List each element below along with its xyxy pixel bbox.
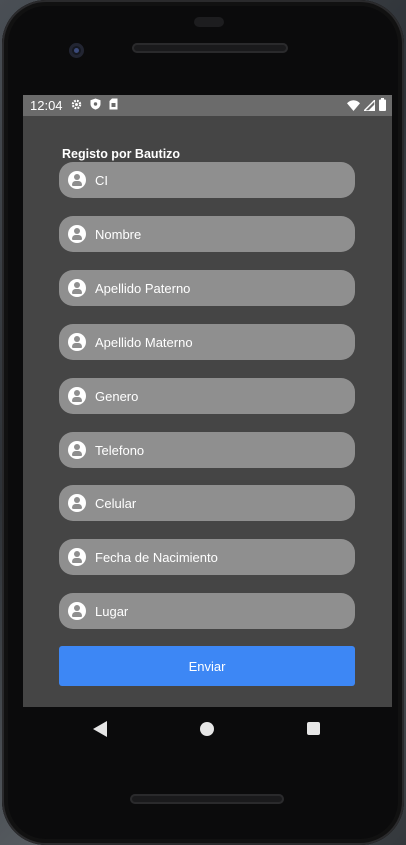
bottom-speaker-grille (130, 794, 284, 804)
status-time: 12:04 (30, 98, 63, 113)
celular-field[interactable]: Celular (59, 485, 355, 521)
front-camera (69, 43, 84, 58)
sim-card-icon (109, 98, 118, 113)
user-circle-icon (68, 225, 86, 243)
enviar-button[interactable]: Enviar (59, 646, 355, 686)
fecha-nacimiento-field[interactable]: Fecha de Nacimiento (59, 539, 355, 575)
recents-icon[interactable] (307, 722, 320, 735)
app-screen: 12:04 Registo por Bautizo CI Nombre Apel… (23, 95, 392, 707)
user-circle-icon (68, 602, 86, 620)
status-right-icons (347, 97, 386, 114)
gear-icon (71, 98, 82, 113)
ci-placeholder: CI (95, 172, 108, 188)
apellido-paterno-placeholder: Apellido Paterno (95, 280, 191, 296)
user-circle-icon (68, 171, 86, 189)
genero-field[interactable]: Genero (59, 378, 355, 414)
earpiece (194, 17, 224, 27)
fecha-nacimiento-placeholder: Fecha de Nacimiento (95, 549, 218, 565)
signal-icon (362, 97, 376, 114)
status-bar: 12:04 (23, 95, 392, 116)
lugar-field[interactable]: Lugar (59, 593, 355, 629)
ci-field[interactable]: CI (59, 162, 355, 198)
apellido-materno-field[interactable]: Apellido Materno (59, 324, 355, 360)
back-icon[interactable] (93, 721, 107, 742)
form-title: Registo por Bautizo (62, 147, 181, 161)
wifi-icon (347, 99, 360, 114)
battery-icon (379, 98, 386, 114)
genero-placeholder: Genero (95, 388, 139, 404)
telefono-placeholder: Telefono (95, 442, 145, 458)
navigation-bar (23, 707, 392, 752)
user-circle-icon (68, 548, 86, 566)
user-circle-icon (68, 279, 86, 297)
user-circle-icon (68, 441, 86, 459)
user-circle-icon (68, 333, 86, 351)
nombre-placeholder: Nombre (95, 226, 142, 242)
user-circle-icon (68, 387, 86, 405)
top-speaker-grille (132, 43, 288, 53)
nombre-field[interactable]: Nombre (59, 216, 355, 252)
lugar-placeholder: Lugar (95, 603, 129, 619)
shield-icon (90, 98, 101, 113)
user-circle-icon (68, 494, 86, 512)
apellido-paterno-field[interactable]: Apellido Paterno (59, 270, 355, 306)
apellido-materno-placeholder: Apellido Materno (95, 334, 193, 350)
home-icon[interactable] (200, 722, 214, 736)
celular-placeholder: Celular (95, 495, 137, 511)
telefono-field[interactable]: Telefono (59, 432, 355, 468)
